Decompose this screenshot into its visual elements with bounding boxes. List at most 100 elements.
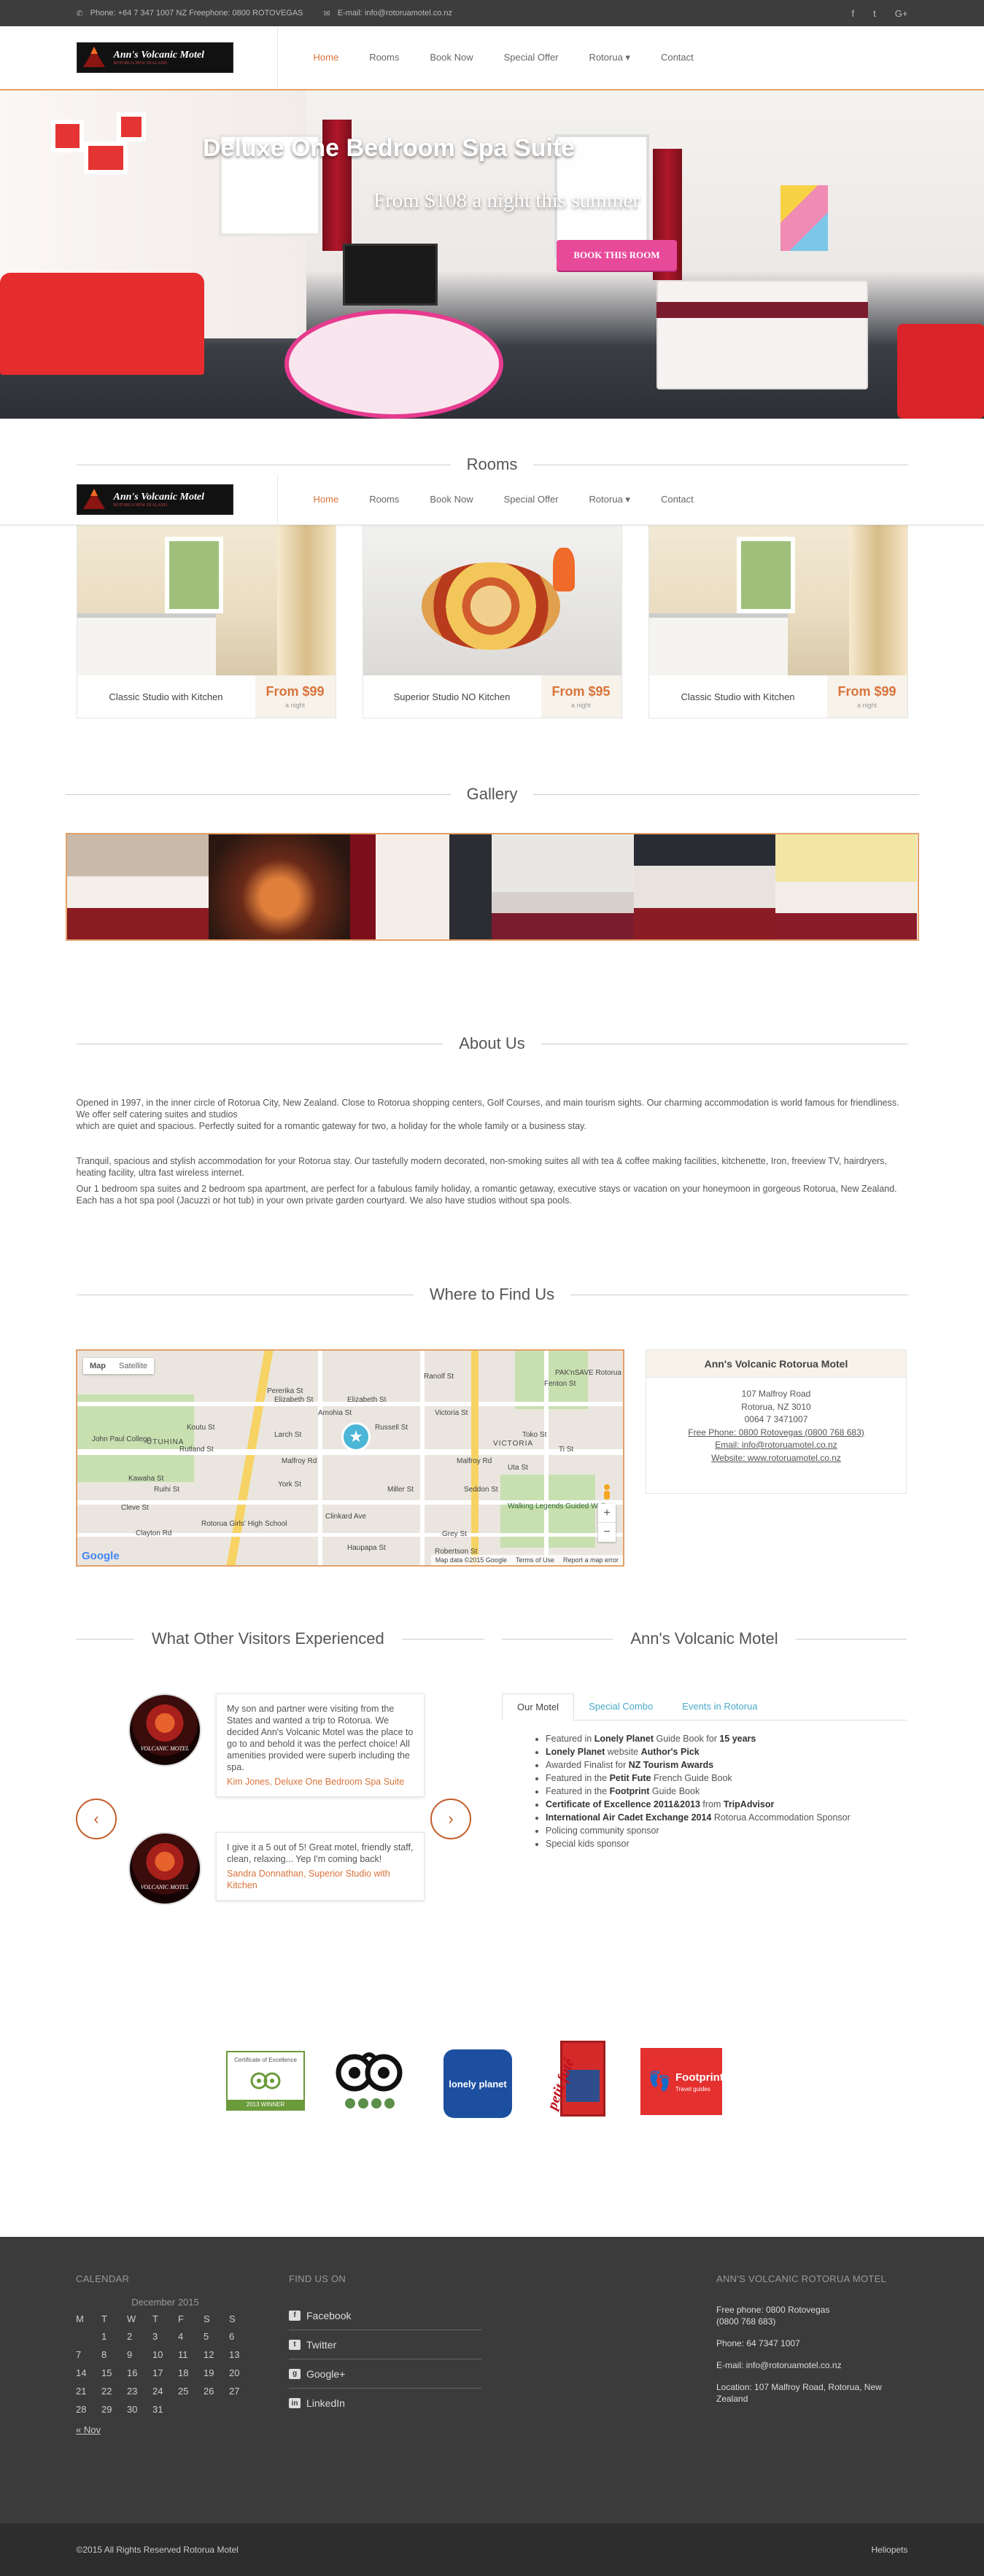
room-name[interactable]: Classic Studio with Kitchen [77,675,255,718]
footer-location: Location: 107 Malfroy Road, Rotorua, New… [716,2382,882,2404]
website-link[interactable]: Website: www.rotoruamotel.co.nz [646,1452,906,1465]
footer-google-plus-link[interactable]: g Google+ [289,2359,481,2389]
carousel-prev-button[interactable]: ‹ [76,1799,117,1839]
hero-photo-table [284,309,503,419]
room-price: From $95 [551,684,611,699]
map-pin-icon[interactable]: ★ [341,1422,371,1451]
tripadvisor-certificate-badge[interactable]: Certificate of Excellence 2013 WINNER [226,2051,305,2111]
find-us-title: Where to Find Us [429,1285,555,1303]
volcano-logo-icon [82,47,105,67]
room-photo[interactable] [77,519,336,675]
facebook-icon[interactable]: f [852,8,855,19]
room-photo[interactable] [363,519,621,675]
list-item: Featured in the Petit Fute French Guide … [546,1772,907,1785]
credit-link[interactable]: Heliopets [871,2545,907,2555]
room-price-unit: a night [284,702,306,709]
calendar-day: 3 [152,2331,158,2342]
freephone-link[interactable]: Free Phone: 0800 Rotovegas (0800 768 683… [646,1427,906,1440]
street-view-pegman-icon[interactable] [600,1483,613,1504]
twitter-icon[interactable]: t [873,8,876,19]
room-photo[interactable] [648,519,907,675]
gallery-image[interactable] [66,834,209,939]
weekday-label: T [152,2313,158,2324]
calendar-day: 8 [101,2349,107,2360]
site-logo[interactable]: Ann's Volcanic Motel ROTORUA NEW ZEALAND [76,42,233,73]
testimonial-avatar: VOLCANIC MOTEL [128,1694,201,1766]
motel-heading: Ann's Volcanic Motel [502,1629,907,1648]
footer-facebook-link[interactable]: f Facebook [289,2301,481,2330]
google-logo: Google [82,1550,120,1562]
calendar-prev-month-link[interactable]: « Nov [76,2424,255,2435]
footer-linkedin-link[interactable]: in LinkedIn [289,2389,481,2418]
nav-contact[interactable]: Contact [646,52,709,63]
email-text[interactable]: E-mail: info@rotoruamotel.co.nz [338,9,452,18]
site-logo[interactable]: Ann's Volcanic Motel ROTORUA NEW ZEALAND [76,484,233,515]
footer-motel-heading: ANN'S VOLCANIC ROTORUA MOTEL [716,2273,887,2284]
hero-photo-tv [343,244,438,306]
nav-rooms[interactable]: Rooms [354,494,414,505]
email-link[interactable]: Email: info@rotoruamotel.co.nz [646,1439,906,1452]
footer-email[interactable]: E-mail: info@rotoruamotel.co.nz [716,2359,913,2371]
tripadvisor-owl-icon[interactable] [334,2048,404,2114]
map-report-link[interactable]: Report a map error [563,1556,619,1564]
nav-contact[interactable]: Contact [646,494,709,505]
zoom-out-button[interactable]: − [598,1523,616,1542]
calendar-day [229,2400,255,2418]
testimonial-carousel: VOLCANIC MOTEL My son and partner were v… [76,1694,484,1956]
map-label: Haupapa St [347,1544,386,1552]
zoom-in-button[interactable]: + [598,1504,616,1523]
awards-strip: Certificate of Excellence 2013 WINNER lo… [0,2041,984,2121]
map-terms-link[interactable]: Terms of Use [516,1556,554,1564]
nav-home[interactable]: Home [298,52,355,63]
about-title: About Us [459,1034,525,1052]
map-type-map[interactable]: Map [83,1358,112,1374]
tab-events-rotorua[interactable]: Events in Rotorua [667,1694,772,1720]
nav-home[interactable]: Home [298,494,355,505]
nav-menu: Home Rooms Book Now Special Offer Rotoru… [298,494,709,505]
nav-book-now[interactable]: Book Now [414,494,488,505]
petit-fute-badge[interactable]: petit futé [544,2041,611,2118]
testimonial-author[interactable]: Kim Jones, Deluxe One Bedroom Spa Suite [227,1776,414,1788]
book-this-room-button[interactable]: BOOK THIS ROOM [557,240,677,271]
bottom-bar: ©2015 All Rights Reserved Rotorua Motel … [0,2523,984,2576]
nav-rooms[interactable]: Rooms [354,52,414,63]
calendar-week-row: 1 2 3 4 5 6 [76,2327,255,2346]
footer-twitter-link[interactable]: t Twitter [289,2330,481,2359]
calendar-week-row: 7 8 9 10 11 12 13 [76,2346,255,2364]
room-card[interactable]: Classic Studio with Kitchen From $99 a n… [648,518,908,718]
gallery-image[interactable] [633,834,776,939]
gallery-image[interactable] [492,834,634,939]
gallery-image[interactable] [775,834,918,939]
copyright-text: ©2015 All Rights Reserved Rotorua Motel [76,2545,239,2555]
calendar-day: 1 [101,2331,107,2342]
footprint-badge[interactable]: 👣 Footprint Travel guides [640,2048,724,2115]
calendar-day: 16 [127,2367,138,2378]
google-map[interactable]: Map Satellite Pererika St Elizabeth St E… [76,1349,624,1567]
room-name[interactable]: Superior Studio NO Kitchen [363,675,541,718]
tab-our-motel[interactable]: Our Motel [502,1694,575,1720]
google-plus-icon[interactable]: G+ [895,8,908,19]
lonely-planet-badge[interactable]: lonely planet [443,2049,512,2118]
main-navbar: Ann's Volcanic Motel ROTORUA NEW ZEALAND… [0,26,984,90]
testimonial-author[interactable]: Sandra Donnathan, Superior Studio with K… [227,1868,414,1891]
tab-special-combo[interactable]: Special Combo [574,1694,667,1720]
nav-special-offer[interactable]: Special Offer [489,52,574,63]
address-line: 107 Malfroy Road [741,1389,811,1399]
motel-tabs: Our Motel Special Combo Events in Rotoru… [502,1694,907,1850]
nav-rotorua[interactable]: Rotorua ▾ [574,494,646,505]
calendar-day: 12 [204,2349,214,2360]
nav-special-offer[interactable]: Special Offer [489,494,574,505]
gallery-image[interactable] [350,834,492,939]
gallery-image[interactable] [208,834,351,939]
room-card[interactable]: Superior Studio NO Kitchen From $95 a ni… [362,518,622,718]
nav-book-now[interactable]: Book Now [414,52,488,63]
email-info[interactable]: ✉ E-mail: info@rotoruamotel.co.nz [324,9,453,18]
room-name[interactable]: Classic Studio with Kitchen [649,675,827,718]
carousel-next-button[interactable]: › [430,1799,471,1839]
weekday-label: T [101,2313,107,2324]
nav-rotorua[interactable]: Rotorua ▾ [574,52,646,63]
room-card[interactable]: Classic Studio with Kitchen From $99 a n… [76,518,336,718]
list-item: Policing community sponsor [546,1824,907,1837]
map-type-satellite[interactable]: Satellite [112,1358,154,1374]
hero-photo-art [780,185,828,251]
